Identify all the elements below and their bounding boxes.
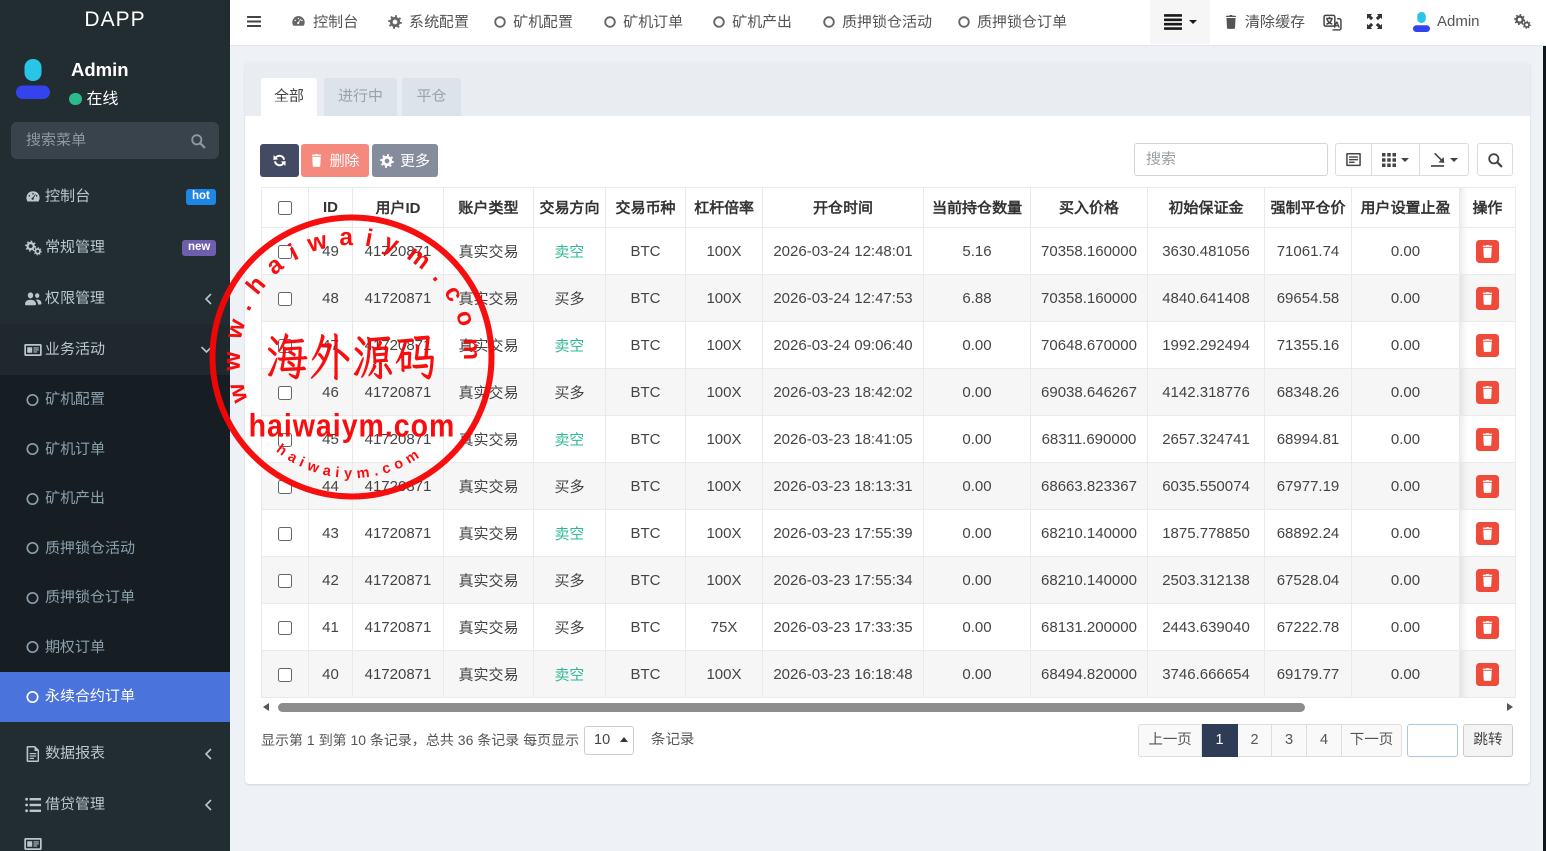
svg-text:海外源码: 海外源码 [266, 323, 438, 389]
svg-text:haiwaiym.com: haiwaiym.com [249, 408, 456, 444]
svg-text:haiwaiym.com: haiwaiym.com [273, 441, 426, 482]
